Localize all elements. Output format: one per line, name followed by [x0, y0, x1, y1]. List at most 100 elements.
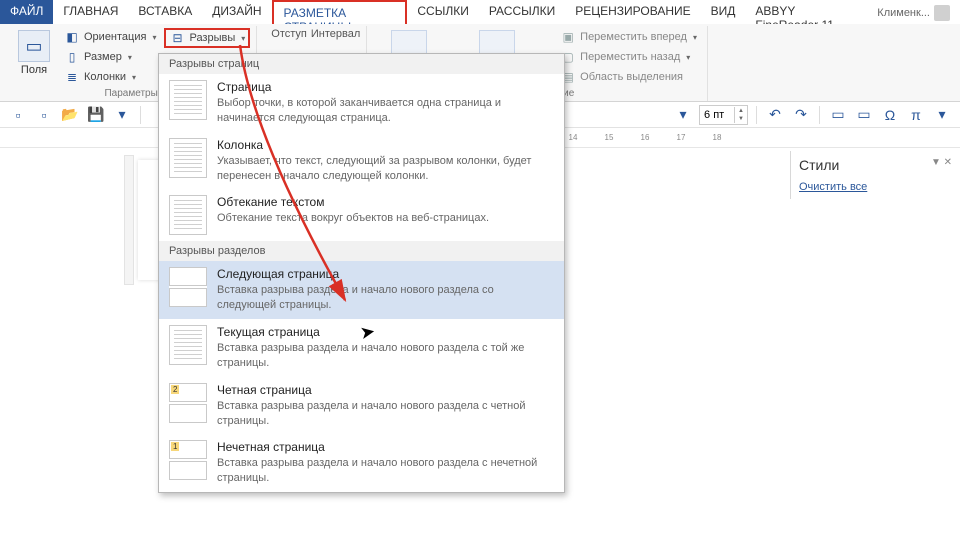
- columns-button[interactable]: ≣ Колонки ▾: [60, 68, 160, 86]
- item-desc: Вставка разрыва раздела и начало нового …: [217, 456, 554, 486]
- break-page[interactable]: Страница Выбор точки, в которой заканчив…: [159, 74, 564, 132]
- orientation-label: Ориентация: [84, 31, 146, 43]
- ruler-tick: 18: [699, 133, 735, 142]
- item-desc: Вставка разрыва раздела и начало нового …: [217, 399, 554, 429]
- orientation-button[interactable]: ◧ Ориентация ▾: [60, 28, 160, 46]
- columns-icon: ≣: [64, 69, 80, 85]
- item-desc: Выбор точки, в которой заканчивается одн…: [217, 96, 554, 126]
- selection-pane-button[interactable]: ▤Область выделения: [556, 68, 701, 86]
- chevron-down-icon[interactable]: ▾: [112, 105, 132, 125]
- breaks-label: Разрывы: [189, 32, 235, 44]
- ruler-tick: 15: [591, 133, 627, 142]
- new-doc2-icon[interactable]: ▫: [34, 105, 54, 125]
- tab-abbyy[interactable]: ABBYY FineReader 11: [745, 0, 867, 24]
- bring-forward-icon: ▣: [560, 29, 576, 45]
- chevron-down-icon: ▾: [686, 53, 690, 62]
- user-account[interactable]: Клименк...: [867, 0, 960, 24]
- book2-icon[interactable]: ▭: [854, 105, 874, 125]
- item-title: Обтекание текстом: [217, 195, 554, 209]
- new-doc-icon[interactable]: ▫: [8, 105, 28, 125]
- chevron-down-icon[interactable]: ▾: [673, 105, 693, 125]
- bring-forward-label: Переместить вперед: [580, 31, 687, 43]
- odd-page-icon: 1: [169, 440, 207, 480]
- tab-references[interactable]: ССЫЛКИ: [407, 0, 478, 24]
- orientation-icon: ◧: [64, 29, 80, 45]
- spacing-input[interactable]: [700, 106, 734, 124]
- undo-icon[interactable]: ↶: [765, 105, 785, 125]
- margins-button[interactable]: ▭ Поля: [12, 28, 56, 78]
- ruler-tick: 17: [663, 133, 699, 142]
- margins-icon: ▭: [18, 30, 50, 62]
- size-button[interactable]: ▯Размер▾: [60, 48, 160, 66]
- spacing-spinner[interactable]: ▲▼: [699, 105, 748, 125]
- tab-view[interactable]: ВИД: [701, 0, 746, 24]
- chevron-down-icon: ▾: [132, 73, 136, 82]
- next-page-icon: [169, 267, 207, 307]
- chevron-down-icon[interactable]: ▾: [932, 105, 952, 125]
- spin-down-icon[interactable]: ▼: [734, 115, 747, 123]
- tab-file[interactable]: ФАЙЛ: [0, 0, 53, 24]
- user-name: Клименк...: [877, 7, 930, 19]
- pi-icon[interactable]: π: [906, 105, 926, 125]
- tab-page-layout[interactable]: РАЗМЕТКА СТРАНИЦЫ: [272, 0, 408, 24]
- vertical-ruler[interactable]: [124, 155, 134, 285]
- section-break-odd-page[interactable]: 1 Нечетная страница Вставка разрыва разд…: [159, 434, 564, 492]
- tab-review[interactable]: РЕЦЕНЗИРОВАНИЕ: [565, 0, 700, 24]
- separator: [140, 106, 141, 124]
- tab-design[interactable]: ДИЗАЙН: [202, 0, 271, 24]
- dropdown-section-section-breaks: Разрывы разделов: [159, 241, 564, 261]
- styles-pane: Стили ▼ ✕ Очистить все: [790, 151, 960, 199]
- chevron-down-icon: ▾: [128, 53, 132, 62]
- tab-home[interactable]: ГЛАВНАЯ: [53, 0, 128, 24]
- tab-strip: ФАЙЛ ГЛАВНАЯ ВСТАВКА ДИЗАЙН РАЗМЕТКА СТР…: [0, 0, 960, 24]
- tab-insert[interactable]: ВСТАВКА: [128, 0, 202, 24]
- indent-label: Отступ: [271, 28, 307, 40]
- even-page-icon: 2: [169, 383, 207, 423]
- send-backward-button[interactable]: ▢Переместить назад▾: [556, 48, 701, 66]
- break-text-wrap[interactable]: Обтекание текстом Обтекание текста вокру…: [159, 189, 564, 241]
- omega-icon[interactable]: Ω: [880, 105, 900, 125]
- columns-label: Колонки: [84, 71, 126, 83]
- page-break-icon: [169, 80, 207, 120]
- chevron-down-icon: ▾: [693, 33, 697, 42]
- selection-pane-label: Область выделения: [580, 71, 683, 83]
- clear-all-link[interactable]: Очистить все: [799, 181, 952, 193]
- separator: [756, 106, 757, 124]
- tab-mailings[interactable]: РАССЫЛКИ: [479, 0, 565, 24]
- item-title: Текущая страница: [217, 325, 554, 339]
- text-wrap-icon: [169, 195, 207, 235]
- item-title: Страница: [217, 80, 554, 94]
- book-icon[interactable]: ▭: [828, 105, 848, 125]
- size-icon: ▯: [64, 49, 80, 65]
- bring-forward-button[interactable]: ▣ Переместить вперед ▾: [556, 28, 701, 46]
- group-label-page-setup: Параметры: [104, 88, 157, 101]
- chevron-down-icon[interactable]: ▼ ✕: [931, 157, 952, 173]
- breaks-button[interactable]: ⊟Разрывы▾: [164, 28, 250, 48]
- item-title: Четная страница: [217, 383, 554, 397]
- dropdown-section-page-breaks: Разрывы страниц: [159, 54, 564, 74]
- spacing-label: Интервал: [311, 28, 360, 40]
- open-icon[interactable]: 📂: [60, 105, 80, 125]
- item-desc: Указывает, что текст, следующий за разры…: [217, 154, 554, 184]
- ruler-tick: 16: [627, 133, 663, 142]
- margins-label: Поля: [21, 64, 47, 76]
- avatar-icon: [934, 5, 950, 21]
- item-desc: Обтекание текста вокруг объектов на веб-…: [217, 211, 554, 226]
- item-desc: Вставка разрыва раздела и начало нового …: [217, 283, 554, 313]
- spin-up-icon[interactable]: ▲: [734, 107, 747, 115]
- break-column[interactable]: Колонка Указывает, что текст, следующий …: [159, 132, 564, 190]
- column-break-icon: [169, 138, 207, 178]
- continuous-icon: [169, 325, 207, 365]
- section-break-even-page[interactable]: 2 Четная страница Вставка разрыва раздел…: [159, 377, 564, 435]
- breaks-dropdown: Разрывы страниц Страница Выбор точки, в …: [158, 53, 565, 493]
- chevron-down-icon: ▾: [241, 34, 245, 43]
- chevron-down-icon: ▾: [152, 33, 156, 42]
- send-backward-label: Переместить назад: [580, 51, 680, 63]
- item-title: Следующая страница: [217, 267, 554, 281]
- item-desc: Вставка разрыва раздела и начало нового …: [217, 341, 554, 371]
- separator: [819, 106, 820, 124]
- save-icon[interactable]: 💾: [86, 105, 106, 125]
- section-break-next-page[interactable]: Следующая страница Вставка разрыва разде…: [159, 261, 564, 319]
- styles-title: Стили: [799, 157, 839, 173]
- redo-icon[interactable]: ↷: [791, 105, 811, 125]
